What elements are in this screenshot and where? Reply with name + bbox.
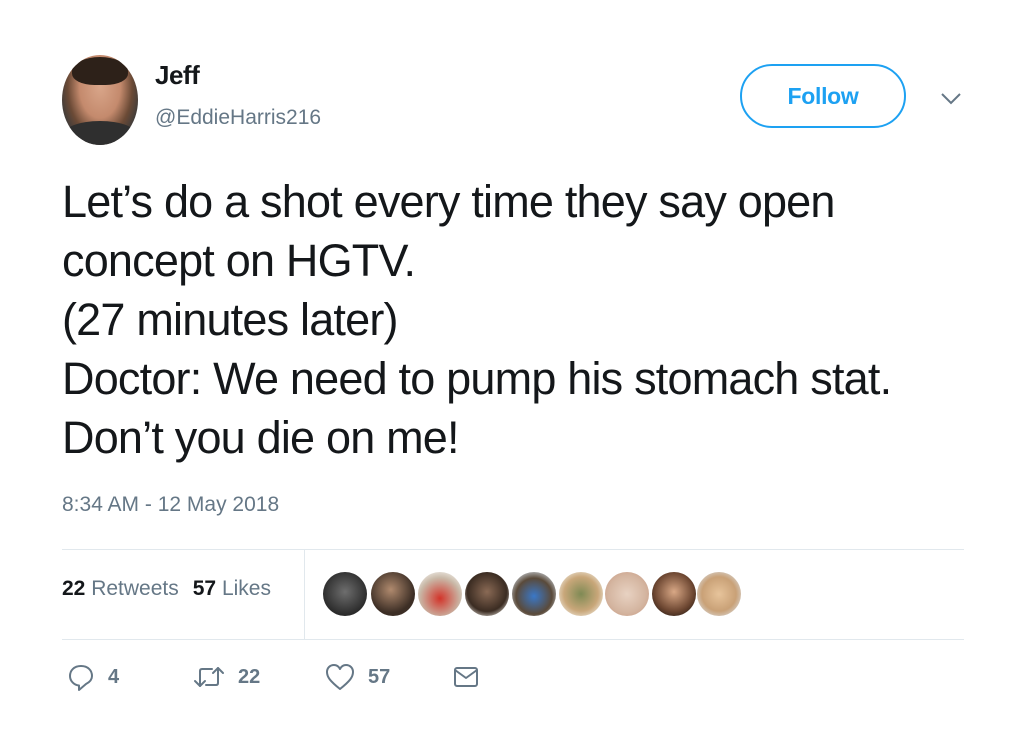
retweet-count: 22 (238, 665, 261, 688)
tweet-line: Don’t you die on me! (62, 412, 460, 463)
reply-button[interactable]: 4 (66, 662, 119, 692)
liker-avatar[interactable] (371, 572, 415, 616)
liker-avatar[interactable] (465, 572, 509, 616)
likes-stat[interactable]: 57 Likes (193, 577, 271, 600)
liker-avatar[interactable] (512, 572, 556, 616)
reply-count: 4 (108, 665, 120, 688)
liker-avatar[interactable] (605, 572, 649, 616)
divider-top (62, 549, 964, 550)
tweet-timestamp[interactable]: 8:34 AM - 12 May 2018 (62, 493, 279, 517)
tweet-line: Let’s do a shot every time they say open (62, 176, 835, 227)
liker-avatar[interactable] (697, 572, 741, 616)
heart-icon (326, 664, 354, 690)
liker-avatar[interactable] (652, 572, 696, 616)
tweet-line: (27 minutes later) (62, 294, 399, 345)
retweet-button[interactable]: 22 (192, 662, 260, 692)
tweet-line: concept on HGTV. (62, 235, 416, 286)
direct-message-button[interactable] (452, 662, 480, 692)
likes-stat-count: 57 (192, 577, 217, 600)
retweets-stat-count: 22 (62, 577, 86, 600)
chevron-down-icon[interactable] (940, 92, 962, 106)
reply-icon (69, 665, 93, 691)
tweet-line: Doctor: We need to pump his stomach stat… (62, 353, 892, 404)
retweets-stat[interactable]: 22 Retweets (62, 577, 179, 600)
liker-avatar[interactable] (559, 572, 603, 616)
author-handle[interactable]: @EddieHarris216 (155, 106, 321, 130)
tweet-stats: 22 Retweets 57 Likes (62, 577, 285, 601)
envelope-icon (454, 667, 478, 687)
liker-avatar[interactable] (418, 572, 462, 616)
tweet-card: Jeff @EddieHarris216 Follow Let’s do a s… (0, 0, 1024, 750)
like-button[interactable]: 57 (324, 662, 390, 692)
author-avatar[interactable] (62, 55, 138, 145)
retweets-stat-label: Retweets (91, 577, 179, 600)
like-count: 57 (368, 665, 391, 688)
avatar-shirt (62, 121, 138, 145)
divider-bottom (62, 639, 964, 640)
follow-button[interactable]: Follow (740, 64, 906, 128)
tweet-text: Let’s do a shot every time they say open… (62, 172, 962, 467)
retweet-icon (194, 667, 224, 687)
likes-stat-label: Likes (221, 577, 271, 600)
avatar-hair (72, 57, 128, 85)
liker-avatar[interactable] (323, 572, 367, 616)
stats-divider (304, 550, 305, 639)
author-name[interactable]: Jeff (155, 60, 200, 91)
